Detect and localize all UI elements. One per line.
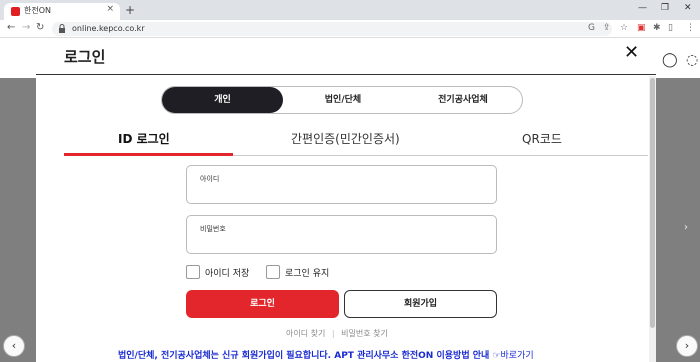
sidepanel-icon[interactable]: ▯ xyxy=(668,23,673,33)
find-links: 아이디 찾기 | 비밀번호 찾기 xyxy=(286,328,388,339)
bookmark-star-icon[interactable]: ☆ xyxy=(620,23,628,33)
save-id-checkbox[interactable] xyxy=(186,265,200,279)
menu-dots-icon[interactable]: ⋮ xyxy=(686,23,695,33)
user-icon[interactable]: ◯ xyxy=(662,52,678,68)
google-icon[interactable]: G xyxy=(588,23,595,33)
carousel-prev-button[interactable]: ‹ xyxy=(3,335,25,357)
new-tab-button[interactable]: + xyxy=(125,3,135,17)
password-input[interactable] xyxy=(199,234,484,250)
scrollbar-thumb[interactable] xyxy=(650,78,655,328)
browser-tab[interactable]: 한전ON × xyxy=(4,3,120,20)
tab-qr-code[interactable]: QR코드 xyxy=(522,130,562,147)
kepco-favicon-icon xyxy=(11,7,20,16)
restore-icon[interactable]: ❐ xyxy=(661,3,669,13)
notice-shortcut-link[interactable]: ☞바로가기 xyxy=(492,351,533,361)
carousel-next-button[interactable]: › xyxy=(676,335,698,357)
tab-simple-auth[interactable]: 간편인증(민간인증서) xyxy=(291,130,400,147)
url-field[interactable]: online.kepco.co.kr xyxy=(52,22,612,36)
save-id-label[interactable]: 아이디 저장 xyxy=(205,266,249,279)
active-tab-indicator xyxy=(64,153,233,156)
forward-icon[interactable]: → xyxy=(22,22,30,33)
browser-tabbar: 한전ON × + — ❐ ✕ xyxy=(0,0,700,20)
link-separator: | xyxy=(331,329,335,338)
keep-login-checkbox[interactable] xyxy=(266,265,280,279)
modal-header: 로그인 ✕ xyxy=(36,38,656,75)
tab-close-icon[interactable]: × xyxy=(106,4,114,14)
keep-login-label[interactable]: 로그인 유지 xyxy=(285,266,329,279)
find-password-link[interactable]: 비밀번호 찾기 xyxy=(341,329,388,338)
id-field[interactable]: 아이디 xyxy=(186,165,497,204)
segment-contractor[interactable]: 전기공사업체 xyxy=(403,87,523,113)
extension-red-icon[interactable]: ▣ xyxy=(637,23,646,33)
find-id-link[interactable]: 아이디 찾기 xyxy=(286,329,325,338)
password-field[interactable]: 비밀번호 xyxy=(186,215,497,254)
window-close-icon[interactable]: ✕ xyxy=(684,3,692,13)
modal-close-icon[interactable]: ✕ xyxy=(624,42,639,63)
address-bar: ← → ↻ online.kepco.co.kr G ⇪ ☆ ▣ ✱ ▯ ⋮ xyxy=(0,20,700,38)
modal-title: 로그인 xyxy=(64,48,106,66)
tab-title: 한전ON xyxy=(24,6,52,15)
tab-id-login[interactable]: ID 로그인 xyxy=(118,130,170,147)
segment-personal[interactable]: 개인 xyxy=(162,87,283,113)
modal-scrollbar[interactable] xyxy=(649,76,656,362)
password-label: 비밀번호 xyxy=(200,225,226,233)
login-method-tabs: ID 로그인 간편인증(민간인증서) QR코드 xyxy=(64,126,648,156)
signup-button[interactable]: 회원가입 xyxy=(344,290,497,318)
signup-notice: 법인/단체, 전기공사업체는 신규 회원가입이 필요합니다. APT 관리사무소… xyxy=(118,348,534,361)
carousel-next-icon[interactable]: › xyxy=(684,222,688,233)
search-icon[interactable]: ◌ xyxy=(686,52,698,68)
share-icon[interactable]: ⇪ xyxy=(603,23,611,33)
user-type-selector: 개인 법인/단체 전기공사업체 xyxy=(161,86,523,114)
url-text: online.kepco.co.kr xyxy=(72,24,145,33)
segment-corporate[interactable]: 법인/단체 xyxy=(283,87,403,113)
id-input[interactable] xyxy=(199,184,484,200)
notice-text: 법인/단체, 전기공사업체는 신규 회원가입이 필요합니다. APT 관리사무소… xyxy=(118,351,490,361)
id-label: 아이디 xyxy=(200,175,220,183)
extensions-puzzle-icon[interactable]: ✱ xyxy=(653,23,661,33)
reload-icon[interactable]: ↻ xyxy=(36,22,44,33)
login-button[interactable]: 로그인 xyxy=(186,290,339,318)
minimize-icon[interactable]: — xyxy=(638,3,647,13)
login-modal: 로그인 ✕ 개인 법인/단체 전기공사업체 ID 로그인 간편인증(민간인증서)… xyxy=(36,38,656,362)
back-icon[interactable]: ← xyxy=(7,22,15,33)
lock-icon xyxy=(59,24,65,33)
